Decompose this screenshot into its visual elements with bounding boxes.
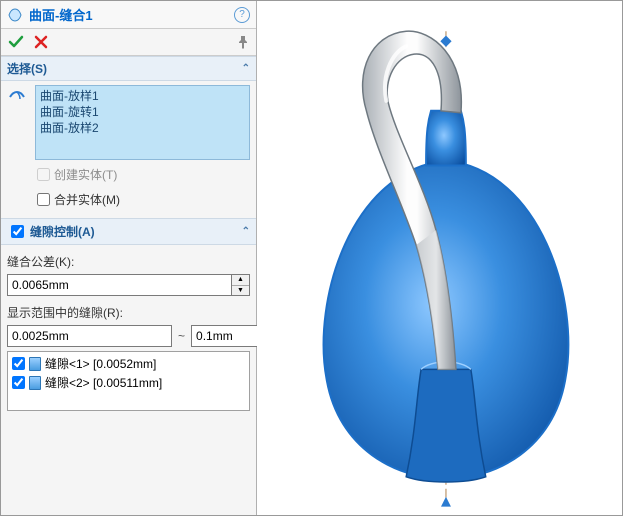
panel-title: 曲面-缝合1 xyxy=(29,5,234,24)
tolerance-input-row: ▲ ▼ xyxy=(7,274,250,296)
pushpin-icon[interactable] xyxy=(236,35,250,49)
merge-entities-checkbox[interactable] xyxy=(37,193,50,206)
list-item[interactable]: 曲面-放样2 xyxy=(40,120,245,136)
section-selection-title: 选择(S) xyxy=(7,60,47,77)
gap-checkbox[interactable] xyxy=(12,376,25,389)
section-gap-header[interactable]: 缝隙控制(A) ⌃ xyxy=(1,218,256,245)
section-selection-header[interactable]: 选择(S) ⌃ xyxy=(1,56,256,81)
create-solid-checkbox xyxy=(37,168,50,181)
spinner-up[interactable]: ▲ xyxy=(232,275,249,286)
create-solid-row: 创建实体(T) xyxy=(37,164,250,185)
tolerance-spinner: ▲ ▼ xyxy=(232,274,250,296)
range-separator: ~ xyxy=(176,329,187,343)
tolerance-label: 缝合公差(K): xyxy=(7,253,250,270)
list-item[interactable]: 曲面-放样1 xyxy=(40,88,245,104)
range-row: ~ ▲ ▼ xyxy=(7,325,250,347)
ok-button[interactable] xyxy=(7,33,25,51)
gap-list: 缝隙<1> [0.0052mm] 缝隙<2> [0.00511mm] xyxy=(7,351,250,411)
collapse-icon: ⌃ xyxy=(242,226,250,237)
gap-item: 缝隙<1> [0.0052mm] xyxy=(10,354,247,373)
gap-control-checkbox[interactable] xyxy=(11,225,24,238)
tolerance-input[interactable] xyxy=(7,274,232,296)
gap-icon xyxy=(29,376,41,390)
section-gap-body: 缝合公差(K): ▲ ▼ 显示范围中的缝隙(R): ~ ▲ ▼ xyxy=(1,245,256,419)
collapse-icon: ⌃ xyxy=(242,63,250,74)
selection-listbox[interactable]: 曲面-放样1 曲面-旋转1 曲面-放样2 xyxy=(35,85,250,160)
gap-label: 缝隙<2> [0.00511mm] xyxy=(45,374,162,391)
gap-checkbox[interactable] xyxy=(12,357,25,370)
range-label: 显示范围中的缝隙(R): xyxy=(7,304,250,321)
list-item[interactable]: 曲面-旋转1 xyxy=(40,104,245,120)
create-solid-label: 创建实体(T) xyxy=(54,166,117,183)
merge-entities-label: 合并实体(M) xyxy=(54,191,120,208)
spinner-down[interactable]: ▼ xyxy=(232,286,249,296)
graphics-viewport[interactable] xyxy=(257,1,622,515)
property-panel: 曲面-缝合1 ? 选择(S) ⌃ xyxy=(1,1,257,515)
cancel-button[interactable] xyxy=(33,34,49,50)
section-selection-body: 曲面-放样1 曲面-旋转1 曲面-放样2 创建实体(T) 合并实体(M) xyxy=(1,81,256,218)
knit-surface-icon xyxy=(7,7,23,23)
model-preview xyxy=(257,1,622,515)
range-min-input[interactable] xyxy=(7,325,172,347)
gap-item: 缝隙<2> [0.00511mm] xyxy=(10,373,247,392)
gap-icon xyxy=(29,357,41,371)
help-icon[interactable]: ? xyxy=(234,7,250,23)
gap-label: 缝隙<1> [0.0052mm] xyxy=(45,355,156,372)
section-gap-title: 缝隙控制(A) xyxy=(30,223,95,240)
panel-header: 曲面-缝合1 ? xyxy=(1,1,256,29)
selection-target-icon xyxy=(7,85,29,110)
confirm-row xyxy=(1,29,256,56)
merge-entities-row: 合并实体(M) xyxy=(37,189,250,210)
